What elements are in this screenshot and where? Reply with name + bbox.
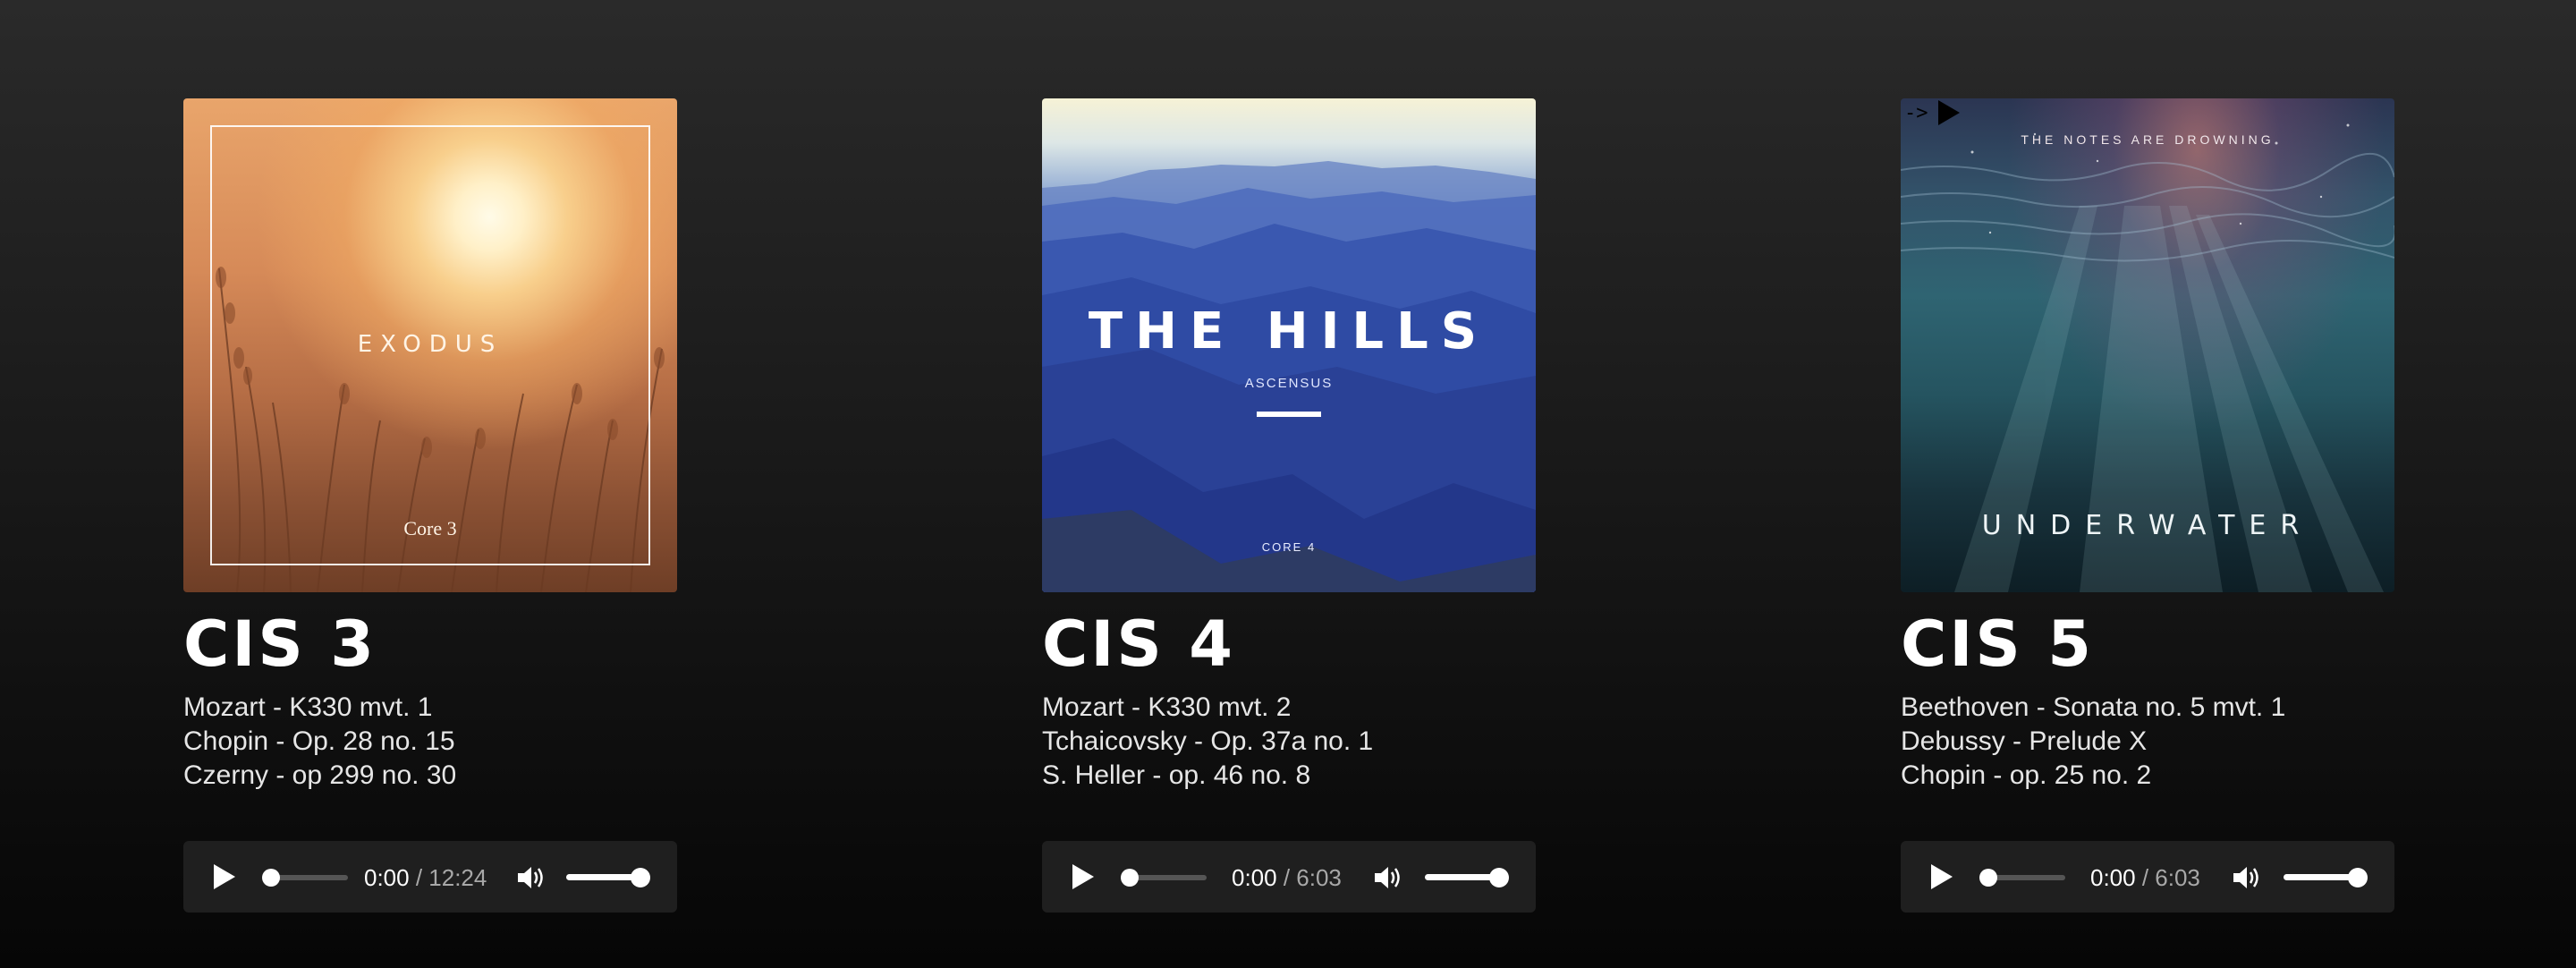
current-time: 0:00 <box>2090 864 2136 891</box>
audio-player: 0:00 / 6:03 <box>1901 841 2394 913</box>
cover-subtitle: Core 3 <box>403 517 457 539</box>
cover-title: UNDERWATER <box>1981 510 2314 541</box>
track-list: Mozart - K330 mvt. 2 Tchaicovsky - Op. 3… <box>1042 691 1536 793</box>
track-item: Debussy - Prelude X <box>1901 726 2148 756</box>
play-icon[interactable] <box>1931 864 1953 889</box>
album-title: CIS 4 <box>1042 607 1235 681</box>
seek-bar[interactable] <box>1987 875 2065 880</box>
cover-title: EXODUS <box>357 331 504 358</box>
seek-bar[interactable] <box>269 875 348 880</box>
track-item: Mozart - K330 mvt. 2 <box>1042 692 1292 722</box>
time-display: 0:00 / 6:03 <box>2090 862 2200 893</box>
album-cover-the-hills: THE HILLS ASCENSUS CORE 4 <box>1042 98 1536 592</box>
album-title: CIS 3 <box>183 607 377 681</box>
seek-handle[interactable] <box>1121 869 1139 887</box>
volume-handle[interactable] <box>1489 868 1509 887</box>
duration: 6:03 <box>1296 864 1342 891</box>
track-item: Chopin - op. 25 no. 2 <box>1901 760 2152 790</box>
volume-handle[interactable] <box>631 868 650 887</box>
seek-bar[interactable] <box>1128 875 1207 880</box>
time-display: 0:00 / 6:03 <box>1232 862 1342 893</box>
album-card-cis-4: THE HILLS ASCENSUS CORE 4 CIS 4 Mozart -… <box>1042 98 1536 913</box>
time-separator: / <box>1276 864 1297 891</box>
track-list: Mozart - K330 mvt. 1 Chopin - Op. 28 no.… <box>183 691 677 793</box>
current-time: 0:00 <box>1232 864 1277 891</box>
volume-handle[interactable] <box>2348 868 2368 887</box>
track-item: Tchaicovsky - Op. 37a no. 1 <box>1042 726 1374 756</box>
track-item: Chopin - Op. 28 no. 15 <box>183 726 455 756</box>
arrow-text: -> <box>1904 102 1928 124</box>
volume-icon[interactable] <box>1373 864 1403 891</box>
time-display: 0:00 / 12:24 <box>364 862 487 893</box>
cover-divider <box>1257 412 1321 417</box>
audio-player: 0:00 / 12:24 <box>183 841 677 913</box>
volume-icon[interactable] <box>2232 864 2262 891</box>
track-item: Mozart - K330 mvt. 1 <box>183 692 433 722</box>
current-time: 0:00 <box>364 864 410 891</box>
volume-icon[interactable] <box>516 864 547 891</box>
album-cover-underwater: -> THE NOTES ARE DROWNING UNDERWATER <box>1901 98 2394 592</box>
album-cover-exodus: EXODUS Core 3 <box>183 98 677 592</box>
album-card-cis-3: EXODUS Core 3 CIS 3 Mozart - K330 mvt. 1… <box>183 98 677 913</box>
cover-subtitle: ASCENSUS <box>1244 376 1334 391</box>
album-card-cis-5: -> THE NOTES ARE DROWNING UNDERWATER CIS… <box>1901 98 2394 913</box>
audio-player: 0:00 / 6:03 <box>1042 841 1536 913</box>
duration: 12:24 <box>428 864 487 891</box>
track-item: Beethoven - Sonata no. 5 mvt. 1 <box>1901 692 2286 722</box>
album-gallery: EXODUS Core 3 CIS 3 Mozart - K330 mvt. 1… <box>0 0 2576 968</box>
track-item: S. Heller - op. 46 no. 8 <box>1042 760 1311 790</box>
cover-footer: CORE 4 <box>1261 540 1317 554</box>
seek-handle[interactable] <box>262 869 280 887</box>
seek-handle[interactable] <box>1979 869 1997 887</box>
play-icon[interactable] <box>214 864 235 889</box>
time-separator: / <box>409 864 429 891</box>
duration: 6:03 <box>2155 864 2200 891</box>
play-icon <box>1938 100 1960 125</box>
cover-top-text: THE NOTES ARE DROWNING <box>2021 132 2275 147</box>
track-list: Beethoven - Sonata no. 5 mvt. 1 Debussy … <box>1901 691 2394 793</box>
album-title: CIS 5 <box>1901 607 2094 681</box>
play-icon[interactable] <box>1072 864 1094 889</box>
cover-title: THE HILLS <box>1088 302 1490 361</box>
time-separator: / <box>2135 864 2156 891</box>
track-item: Czerny - op 299 no. 30 <box>183 760 457 790</box>
